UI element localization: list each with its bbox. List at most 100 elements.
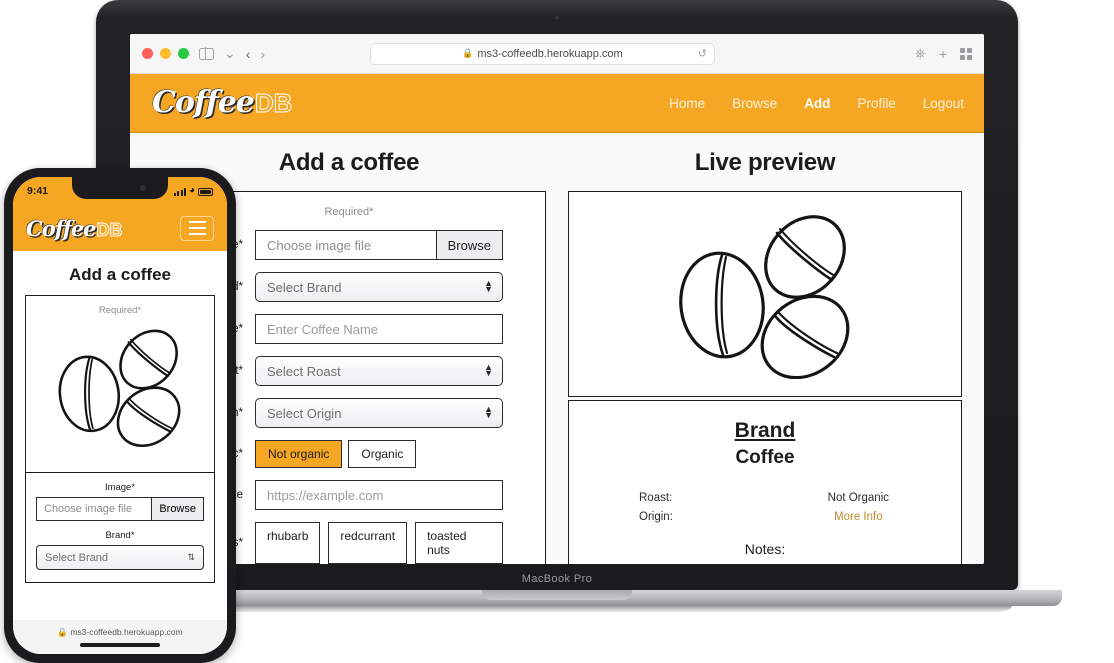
flavour-tag[interactable]: toasted nuts [415,522,503,564]
preview-card: Brand Coffee Roast: Origin: Not Organic [568,400,962,564]
preview-title: Live preview [694,149,836,176]
nav-item-home[interactable]: Home [669,96,705,111]
phone-home-indicator [80,643,160,647]
coffee-beans-illustration [679,215,850,379]
brand-select-value: Select Brand [267,279,342,295]
logo-text-coffee: Coffee [152,85,255,120]
site-navbar: Coffee DB Home Browse Add Profile Logout [130,74,984,133]
phone-clock: 9:41 [27,185,49,197]
laptop-foot [102,606,1012,612]
select-arrows-icon: ▲ ▼ [484,278,493,294]
select-arrows-icon: ▲ ▼ [484,362,493,378]
preview-coffee-name: Coffee [735,447,795,468]
select-arrows-icon: ⇅ [187,552,195,562]
browse-button[interactable]: Browse [435,231,502,259]
site-logo[interactable]: Coffee DB [152,85,293,120]
close-window-button[interactable] [142,48,153,59]
nav-item-browse[interactable]: Browse [732,96,777,111]
phone-brand-select[interactable]: Select Brand ⇅ [36,545,204,570]
window-controls[interactable] [142,48,189,59]
image-file-name: Choose image file [267,237,372,253]
browser-toolbar: ⌄ ‹ › 🔒 ms3-coffeedb.herokuapp.com ↺ ⎈ + [130,34,984,74]
origin-select[interactable]: Select Origin ▲ ▼ [255,398,503,428]
phone-browse-button[interactable]: Browse [151,498,203,520]
address-bar-url: ms3-coffeedb.herokuapp.com [477,47,623,60]
toolbar-actions: ⎈ + [915,45,972,62]
preview-organic-status: Not Organic [827,492,889,504]
chevron-down-icon[interactable]: ⌄ [224,45,236,62]
preview-brand: Brand [734,419,796,442]
brand-select[interactable]: Select Brand ▲ ▼ [255,272,503,302]
screenshot-stage: MacBook Pro ⌄ ‹ › 🔒 ms3-coffeedb.herokua… [0,0,1114,663]
phone-notch [72,177,168,199]
phone-screen: 9:41 ◕ Coffee DB Add a coffee Required* … [13,177,227,654]
phone-brand-select-value: Select Brand [45,551,108,564]
minimize-window-button[interactable] [160,48,171,59]
phone-image-file-input[interactable]: Choose image file Browse [36,497,204,521]
phone-body: 9:41 ◕ Coffee DB Add a coffee Required* … [4,168,236,663]
flavour-tag-list: rhubarb redcurrant toasted nuts [255,522,503,564]
phone-page-title: Add a coffee [68,265,172,284]
logo-text-db: DB [96,219,123,240]
flavour-tag[interactable]: rhubarb [255,522,321,564]
preview-image-box [568,191,962,397]
phone-status-icons: ◕ [174,186,213,196]
toggle-not-organic[interactable]: Not organic [255,440,343,468]
phone-navbar: Coffee DB [13,205,227,251]
preview-more-info-link[interactable]: More Info [828,508,889,527]
hamburger-menu-icon[interactable] [180,215,214,241]
website-input[interactable]: https://example.com [255,480,503,510]
address-bar[interactable]: 🔒 ms3-coffeedb.herokuapp.com ↺ [369,42,715,65]
wifi-icon: ◕ [188,185,195,196]
preview-origin-label: Origin: [639,510,673,523]
logo-text-db: DB [254,88,293,118]
plus-icon[interactable]: + [939,46,947,62]
flavour-tag[interactable]: redcurrant [328,522,408,564]
phone-url-value: ms3-coffeedb.herokuapp.com [70,627,183,638]
live-preview-column: Live preview Brand Coffee Roast: Origin:… [568,149,962,564]
laptop-camera-icon [553,14,561,21]
roast-select[interactable]: Select Roast ▲ ▼ [255,356,503,386]
lock-icon: 🔒 [462,48,474,58]
preview-meta: Roast: Origin: Not Organic More Info [591,489,939,527]
origin-select-value: Select Origin [267,405,342,421]
phone-page-content: Add a coffee Required* Image* Choose ima… [13,251,227,583]
iphone-mockup: 9:41 ◕ Coffee DB Add a coffee Required* … [4,168,236,663]
laptop-base-notch [482,590,632,600]
nav-item-add[interactable]: Add [804,96,830,111]
laptop-screen: ⌄ ‹ › 🔒 ms3-coffeedb.herokuapp.com ↺ ⎈ + [130,34,984,564]
maximize-window-button[interactable] [178,48,189,59]
image-file-input[interactable]: Choose image file Browse [255,230,503,260]
web-page: CoffeeDB Home Browse Add Profile Logout [130,74,984,564]
phone-site-logo[interactable]: Coffee DB [26,215,123,241]
phone-fields: Image* Choose image file Browse Brand* S… [26,472,214,582]
organic-toggle-group: Not organic Organic [255,440,503,468]
coffee-name-input[interactable]: Enter Coffee Name [255,314,503,344]
site-nav-links: Home Browse Add Profile Logout [669,96,964,111]
share-icon[interactable]: ⎈ [915,45,926,62]
coffee-beans-illustration [58,329,181,448]
nav-item-profile[interactable]: Profile [857,96,895,111]
phone-label-image: Image* [104,482,136,493]
toggle-organic[interactable]: Organic [348,440,417,468]
phone-image-file-name: Choose image file [44,503,133,515]
page-columns: Add a coffee Required* Image* Choose ima… [130,133,984,564]
tab-overview-icon[interactable] [960,47,972,60]
phone-form-panel: Required* Image* Choose image file Brows… [25,295,215,583]
roast-select-value: Select Roast [267,363,341,379]
sidebar-toggle-icon[interactable] [199,47,214,60]
phone-label-brand: Brand* [105,530,135,541]
preview-roast-label: Roast: [639,492,673,504]
phone-address-bar[interactable]: 🔒 ms3-coffeedb.herokuapp.com [13,620,227,654]
forward-button-icon[interactable]: › [260,46,265,62]
preview-notes-label: Notes: [744,540,786,557]
phone-image-box: Required* [26,296,214,472]
reload-icon[interactable]: ↺ [698,47,707,60]
battery-icon [198,188,213,196]
phone-required-note: Required* [98,305,142,316]
signal-bars-icon [174,188,186,196]
nav-item-logout[interactable]: Logout [923,96,964,111]
back-button-icon[interactable]: ‹ [246,46,251,62]
logo-text-coffee: Coffee [26,215,97,241]
select-arrows-icon: ▲ ▼ [484,404,493,420]
